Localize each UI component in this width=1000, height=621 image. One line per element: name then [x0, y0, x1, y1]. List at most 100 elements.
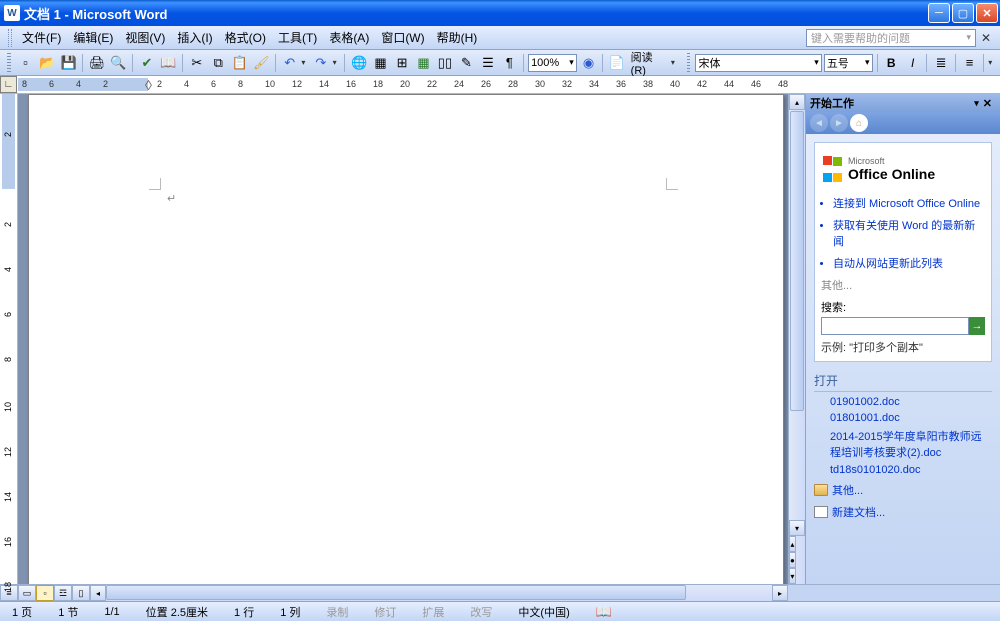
page[interactable]: ↵ — [28, 94, 784, 584]
next-page-button[interactable]: ▾ — [789, 568, 796, 584]
zoom-combo[interactable]: 100%▾ — [528, 54, 577, 72]
menu-view[interactable]: 视图(V) — [119, 27, 171, 48]
vscroll-thumb[interactable] — [790, 111, 804, 411]
status-track-changes[interactable]: 修订 — [368, 604, 402, 620]
spellcheck-button[interactable]: ✔ — [137, 53, 156, 73]
help-search-box[interactable]: 键入需要帮助的问题 ▾ — [806, 29, 976, 47]
doc-close-button[interactable]: ✕ — [976, 28, 996, 48]
browse-object-button[interactable]: ● — [789, 552, 796, 568]
hscroll-thumb[interactable] — [106, 585, 686, 600]
tables-borders-button[interactable]: ▦ — [371, 53, 390, 73]
window-minimize-button[interactable]: ─ — [928, 3, 950, 23]
recent-file-link[interactable]: 2014-2015学年度阜阳市教师远程培训考核要求(2).doc — [830, 428, 992, 460]
reading-layout-button[interactable]: 📄 — [607, 53, 626, 73]
doc-map-button[interactable]: ☰ — [478, 53, 497, 73]
show-hide-button[interactable]: ¶ — [500, 53, 519, 73]
cut-button[interactable]: ✂ — [187, 53, 206, 73]
vertical-scrollbar[interactable]: ▴ ▾ ▴ ● ▾ — [788, 94, 805, 584]
task-pane-dropdown[interactable]: ▾ — [974, 98, 979, 109]
redo-button[interactable]: ↷ — [311, 53, 330, 73]
reading-view-button[interactable]: ▯ — [72, 585, 90, 601]
copy-button[interactable]: ⧉ — [209, 53, 228, 73]
office-online-search-go-button[interactable]: → — [969, 317, 985, 335]
vertical-ruler[interactable]: 224681012141618 — [0, 94, 18, 584]
print-preview-button[interactable]: 🔍 — [109, 53, 128, 73]
scroll-down-button[interactable]: ▾ — [789, 520, 805, 536]
scroll-up-button[interactable]: ▴ — [789, 94, 805, 110]
office-online-link[interactable]: 连接到 Microsoft Office Online — [833, 195, 985, 211]
reading-layout-label[interactable]: 阅读(R) — [629, 49, 669, 77]
menu-table[interactable]: 表格(A) — [323, 27, 375, 48]
toolbar-grip[interactable] — [7, 53, 11, 73]
recent-file-link[interactable]: 01901002.doc — [830, 396, 992, 408]
help-icon-button[interactable]: ◉ — [579, 53, 598, 73]
new-document-link[interactable]: 新建文档... — [814, 504, 992, 520]
drawing-toolbar-button[interactable]: ✎ — [457, 53, 476, 73]
first-line-indent-marker[interactable]: ◊ — [145, 77, 155, 91]
menu-tools[interactable]: 工具(T) — [272, 27, 323, 48]
insert-table-button[interactable]: ⊞ — [392, 53, 411, 73]
task-pane-forward-button[interactable]: ► — [830, 114, 848, 132]
outline-view-button[interactable]: ☲ — [54, 585, 72, 601]
word-app-icon: W — [4, 5, 20, 21]
redo-dropdown[interactable]: ▾ — [333, 58, 341, 67]
recent-file-link[interactable]: 01801001.doc — [830, 412, 992, 424]
columns-button[interactable]: ▯▯ — [435, 53, 454, 73]
format-toolbar-options[interactable]: ▾ — [988, 58, 996, 67]
format-toolbar-grip[interactable] — [687, 53, 691, 73]
menu-edit[interactable]: 编辑(E) — [67, 27, 119, 48]
bold-button[interactable]: B — [881, 53, 900, 73]
menu-insert[interactable]: 插入(I) — [171, 27, 218, 48]
menu-help[interactable]: 帮助(H) — [431, 27, 484, 48]
italic-button[interactable]: I — [903, 53, 922, 73]
open-more-link[interactable]: 其他... — [814, 482, 992, 498]
save-button[interactable]: 💾 — [59, 53, 78, 73]
undo-dropdown[interactable]: ▾ — [301, 58, 309, 67]
research-button[interactable]: 📖 — [159, 53, 178, 73]
status-overtype[interactable]: 改写 — [464, 604, 498, 620]
undo-button[interactable]: ↶ — [280, 53, 299, 73]
font-name-combo[interactable]: 宋体▾ — [695, 54, 821, 72]
folder-icon — [814, 484, 828, 496]
recent-file-link[interactable]: td18s0101020.doc — [830, 464, 992, 476]
new-doc-button[interactable]: ▫ — [16, 53, 35, 73]
menu-format[interactable]: 格式(O) — [219, 27, 272, 48]
align-justify-button[interactable]: ≣ — [931, 53, 950, 73]
office-online-link[interactable]: 自动从网站更新此列表 — [833, 255, 985, 271]
window-maximize-button[interactable]: ▢ — [952, 3, 974, 23]
menu-window[interactable]: 窗口(W) — [375, 27, 430, 48]
window-close-button[interactable]: ✕ — [976, 3, 998, 23]
ruler-h-tick: 2 — [103, 79, 108, 89]
scroll-left-button[interactable]: ◂ — [90, 585, 106, 601]
status-spellcheck-icon[interactable]: 📖 — [590, 605, 618, 619]
status-record[interactable]: 录制 — [320, 604, 354, 620]
horizontal-ruler[interactable]: ∟ ◊ 864224681012141618202224262830323436… — [0, 76, 1000, 94]
office-online-link[interactable]: 获取有关使用 Word 的最新新闻 — [833, 217, 985, 249]
status-extend[interactable]: 扩展 — [416, 604, 450, 620]
hyperlink-button[interactable]: 🌐 — [349, 53, 368, 73]
print-button[interactable]: 🖨 — [87, 53, 106, 73]
status-language[interactable]: 中文(中国) — [512, 604, 575, 620]
tab-selector[interactable]: ∟ — [0, 76, 17, 93]
print-layout-view-button[interactable]: ▫ — [36, 585, 54, 601]
document-area[interactable]: ↵ — [18, 94, 788, 584]
toolbar-options-dd[interactable]: ▾ — [671, 58, 679, 67]
format-painter-button[interactable]: 🖌 — [251, 53, 270, 73]
menu-file[interactable]: 文件(F) — [16, 27, 67, 48]
task-pane-home-button[interactable]: ⌂ — [850, 114, 868, 132]
prev-page-button[interactable]: ▴ — [789, 536, 796, 552]
office-online-more[interactable]: 其他... — [821, 277, 985, 293]
insert-excel-button[interactable]: ▦ — [414, 53, 433, 73]
web-layout-view-button[interactable]: ▭ — [18, 585, 36, 601]
scroll-right-button[interactable]: ▸ — [772, 585, 788, 601]
paste-button[interactable]: 📋 — [230, 53, 249, 73]
task-pane-back-button[interactable]: ◄ — [810, 114, 828, 132]
open-button[interactable]: 📂 — [37, 53, 56, 73]
horizontal-scrollbar[interactable]: ◂ ▸ — [90, 585, 788, 601]
ruler-h-tick: 18 — [373, 79, 383, 89]
task-pane-close-button[interactable]: ✕ — [983, 97, 992, 110]
numbering-button[interactable]: ≡ — [960, 53, 979, 73]
font-size-combo[interactable]: 五号▾ — [824, 54, 873, 72]
office-online-search-input[interactable] — [821, 317, 969, 335]
menubar-grip[interactable] — [8, 29, 12, 47]
